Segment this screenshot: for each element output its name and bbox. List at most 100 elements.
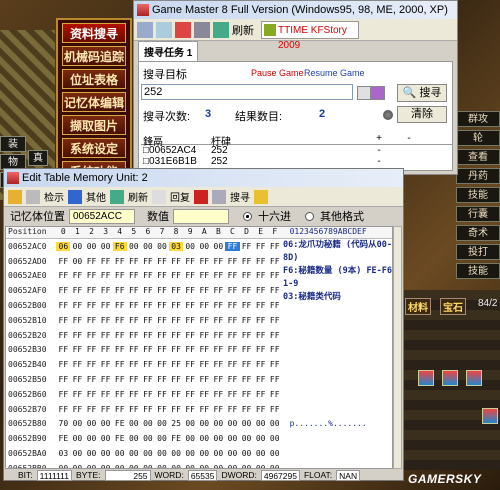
- memory-byte-cell[interactable]: 00: [155, 242, 169, 251]
- memory-byte-cell[interactable]: 00: [70, 449, 84, 458]
- memory-byte-cell[interactable]: FF: [70, 375, 84, 384]
- memory-byte-cell[interactable]: FF: [127, 316, 141, 325]
- memory-byte-cell[interactable]: FF: [197, 286, 211, 295]
- memory-byte-cell[interactable]: FF: [99, 331, 113, 340]
- memory-byte-cell[interactable]: 00: [99, 242, 113, 251]
- page-icon[interactable]: [156, 21, 172, 38]
- col-plus[interactable]: +: [364, 133, 394, 144]
- game-right-button-4[interactable]: 技能: [456, 187, 500, 203]
- memory-byte-cell[interactable]: FF: [99, 301, 113, 310]
- memory-byte-cell[interactable]: FF: [127, 331, 141, 340]
- memory-byte-cell[interactable]: 00: [240, 449, 254, 458]
- memory-byte-cell[interactable]: FF: [240, 405, 254, 414]
- memory-byte-cell[interactable]: FF: [225, 241, 240, 251]
- memory-byte-cell[interactable]: FF: [84, 271, 98, 280]
- memory-byte-cell[interactable]: FF: [225, 375, 239, 384]
- memory-byte-cell[interactable]: FF: [268, 301, 282, 310]
- memory-byte-cell[interactable]: FF: [197, 345, 211, 354]
- memory-byte-cell[interactable]: FF: [113, 345, 127, 354]
- memory-byte-cell[interactable]: FF: [211, 331, 225, 340]
- memory-byte-cell[interactable]: 00: [240, 434, 254, 443]
- game-right-button-1[interactable]: 轮: [456, 130, 500, 146]
- memory-byte-cell[interactable]: FF: [211, 257, 225, 266]
- memory-byte-cell[interactable]: FF: [197, 257, 211, 266]
- hex-radio[interactable]: [243, 211, 252, 221]
- memory-byte-cell[interactable]: 00: [141, 449, 155, 458]
- memory-byte-cell[interactable]: FF: [183, 316, 197, 325]
- binoculars-icon[interactable]: [212, 189, 226, 204]
- memory-byte-cell[interactable]: FF: [113, 390, 127, 399]
- memory-byte-cell[interactable]: FF: [254, 316, 268, 325]
- memory-row[interactable]: 00652B30 FF FF FF FF FF FF FF FF FF FF FF FF FF FF FF FF: [6, 343, 392, 358]
- memory-byte-cell[interactable]: 00: [268, 419, 282, 428]
- memory-byte-cell[interactable]: FF: [240, 271, 254, 280]
- memory-byte-cell[interactable]: FF: [84, 301, 98, 310]
- memory-byte-cell[interactable]: FF: [127, 405, 141, 414]
- type-select-icon[interactable]: [357, 86, 371, 100]
- memory-byte-cell[interactable]: FF: [183, 375, 197, 384]
- refresh-button[interactable]: 刷新: [232, 22, 254, 38]
- memory-byte-cell[interactable]: FF: [197, 375, 211, 384]
- game-menu-item-capture[interactable]: 撷取图片: [62, 115, 126, 135]
- memory-byte-cell[interactable]: 00: [268, 449, 282, 458]
- memory-byte-cell[interactable]: 00: [268, 434, 282, 443]
- memory-byte-cell[interactable]: FF: [56, 257, 70, 266]
- memory-byte-cell[interactable]: FF: [84, 360, 98, 369]
- memory-byte-cell[interactable]: FF: [70, 271, 84, 280]
- col-address[interactable]: 鋒鬲: [141, 133, 209, 148]
- memory-byte-cell[interactable]: FF: [197, 301, 211, 310]
- memory-byte-cell[interactable]: FF: [268, 286, 282, 295]
- memory-byte-cell[interactable]: FF: [240, 316, 254, 325]
- memory-byte-cell[interactable]: 00: [141, 242, 155, 251]
- memory-row[interactable]: 00652BA0 03 00 00 00 00 00 00 00 00 00 00 00 00 00 00 00: [6, 446, 392, 461]
- memory-byte-cell[interactable]: 00: [197, 419, 211, 428]
- memory-byte-cell[interactable]: 00: [84, 242, 98, 251]
- memory-byte-cell[interactable]: FF: [268, 257, 282, 266]
- memory-byte-cell[interactable]: FF: [169, 375, 183, 384]
- table-row[interactable]: □031E6B1B 252 -: [141, 156, 452, 167]
- memory-byte-cell[interactable]: FF: [183, 360, 197, 369]
- game-menu-item-memory-edit[interactable]: 记忆体编辑: [62, 92, 126, 112]
- memory-byte-cell[interactable]: FF: [113, 331, 127, 340]
- memory-byte-cell[interactable]: 03: [169, 241, 184, 251]
- memory-byte-cell[interactable]: 00: [254, 434, 268, 443]
- memory-byte-cell[interactable]: FF: [225, 360, 239, 369]
- memory-byte-cell[interactable]: FF: [155, 316, 169, 325]
- memory-byte-cell[interactable]: FF: [155, 390, 169, 399]
- memory-byte-cell[interactable]: FF: [268, 390, 282, 399]
- memory-byte-cell[interactable]: FF: [240, 375, 254, 384]
- memory-byte-cell[interactable]: FF: [254, 405, 268, 414]
- memory-byte-cell[interactable]: FF: [183, 390, 197, 399]
- grid-icon[interactable]: [26, 189, 40, 204]
- memory-byte-cell[interactable]: FF: [99, 390, 113, 399]
- memory-byte-cell[interactable]: 00: [84, 419, 98, 428]
- memory-byte-cell[interactable]: 00: [127, 242, 141, 251]
- memory-byte-cell[interactable]: FF: [169, 390, 183, 399]
- memory-byte-cell[interactable]: FF: [70, 405, 84, 414]
- memory-byte-cell[interactable]: FF: [141, 301, 155, 310]
- gem-icon[interactable]: [442, 370, 458, 386]
- memory-byte-cell[interactable]: FF: [70, 390, 84, 399]
- memory-byte-cell[interactable]: FF: [169, 405, 183, 414]
- memory-byte-cell[interactable]: FF: [183, 286, 197, 295]
- memory-byte-cell[interactable]: FF: [141, 257, 155, 266]
- memory-byte-cell[interactable]: FF: [155, 375, 169, 384]
- page-icon[interactable]: [152, 189, 166, 204]
- memory-byte-cell[interactable]: 00: [99, 449, 113, 458]
- memory-byte-cell[interactable]: FF: [113, 375, 127, 384]
- memory-byte-cell[interactable]: 00: [183, 434, 197, 443]
- et-refresh-button[interactable]: 刷新: [128, 189, 148, 204]
- memory-byte-cell[interactable]: FF: [169, 286, 183, 295]
- memory-byte-cell[interactable]: 00: [70, 242, 84, 251]
- memory-byte-cell[interactable]: FF: [84, 405, 98, 414]
- other-format-radio[interactable]: [305, 211, 314, 221]
- memory-byte-cell[interactable]: FF: [197, 271, 211, 280]
- memory-byte-cell[interactable]: FF: [183, 301, 197, 310]
- memory-byte-cell[interactable]: FF: [268, 405, 282, 414]
- memory-byte-cell[interactable]: 00: [197, 242, 211, 251]
- memory-byte-cell[interactable]: 00: [127, 449, 141, 458]
- memory-byte-cell[interactable]: FF: [155, 257, 169, 266]
- memory-byte-cell[interactable]: FF: [169, 331, 183, 340]
- memory-byte-cell[interactable]: 00: [141, 419, 155, 428]
- memory-byte-cell[interactable]: FF: [70, 345, 84, 354]
